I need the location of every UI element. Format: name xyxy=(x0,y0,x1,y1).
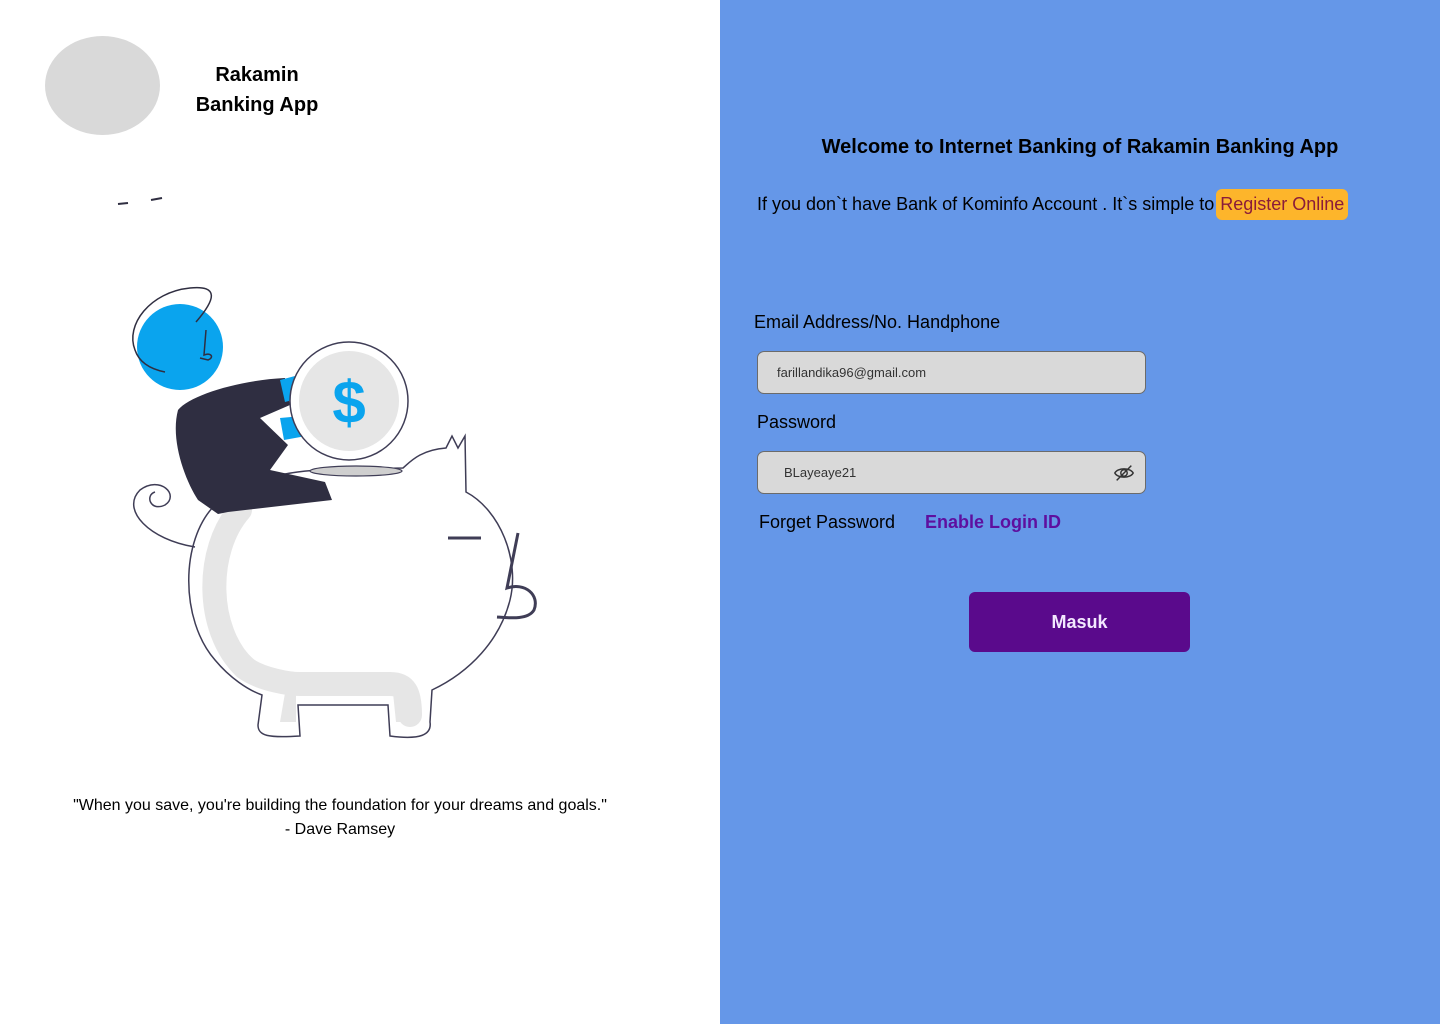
app-name-line1: Rakamin xyxy=(215,64,299,86)
welcome-heading: Welcome to Internet Banking of Rakamin B… xyxy=(821,136,1339,158)
enable-login-id-link[interactable]: Enable Login ID xyxy=(925,512,1061,533)
quote-text: "When you save, you're building the foun… xyxy=(73,797,607,838)
register-prompt: If you don`t have Bank of Kominfo Accoun… xyxy=(757,193,1215,214)
piggy-bank-illustration: $ xyxy=(117,197,537,739)
register-online-link[interactable]: Register Online xyxy=(1216,188,1349,220)
left-panel: Rakamin Banking App $ "When you save, yo… xyxy=(0,0,720,1024)
app-name: Rakamin Banking App xyxy=(172,60,342,120)
logo-placeholder xyxy=(45,36,160,135)
eye-slash-icon[interactable] xyxy=(1113,462,1135,484)
email-field[interactable] xyxy=(775,364,1145,381)
register-prompt-line: If you don`t have Bank of Kominfo Accoun… xyxy=(757,187,1349,221)
email-label: Email Address/No. Handphone xyxy=(754,312,1001,332)
email-field-box xyxy=(757,351,1146,394)
masuk-button[interactable]: Masuk xyxy=(969,592,1190,652)
forget-password-link[interactable]: Forget Password xyxy=(759,512,895,533)
password-field-box xyxy=(757,451,1146,494)
password-field[interactable] xyxy=(782,464,1145,481)
app-name-line2: Banking App xyxy=(195,94,319,116)
password-label: Password xyxy=(757,412,837,432)
dollar-coin-icon: $ xyxy=(332,369,365,436)
